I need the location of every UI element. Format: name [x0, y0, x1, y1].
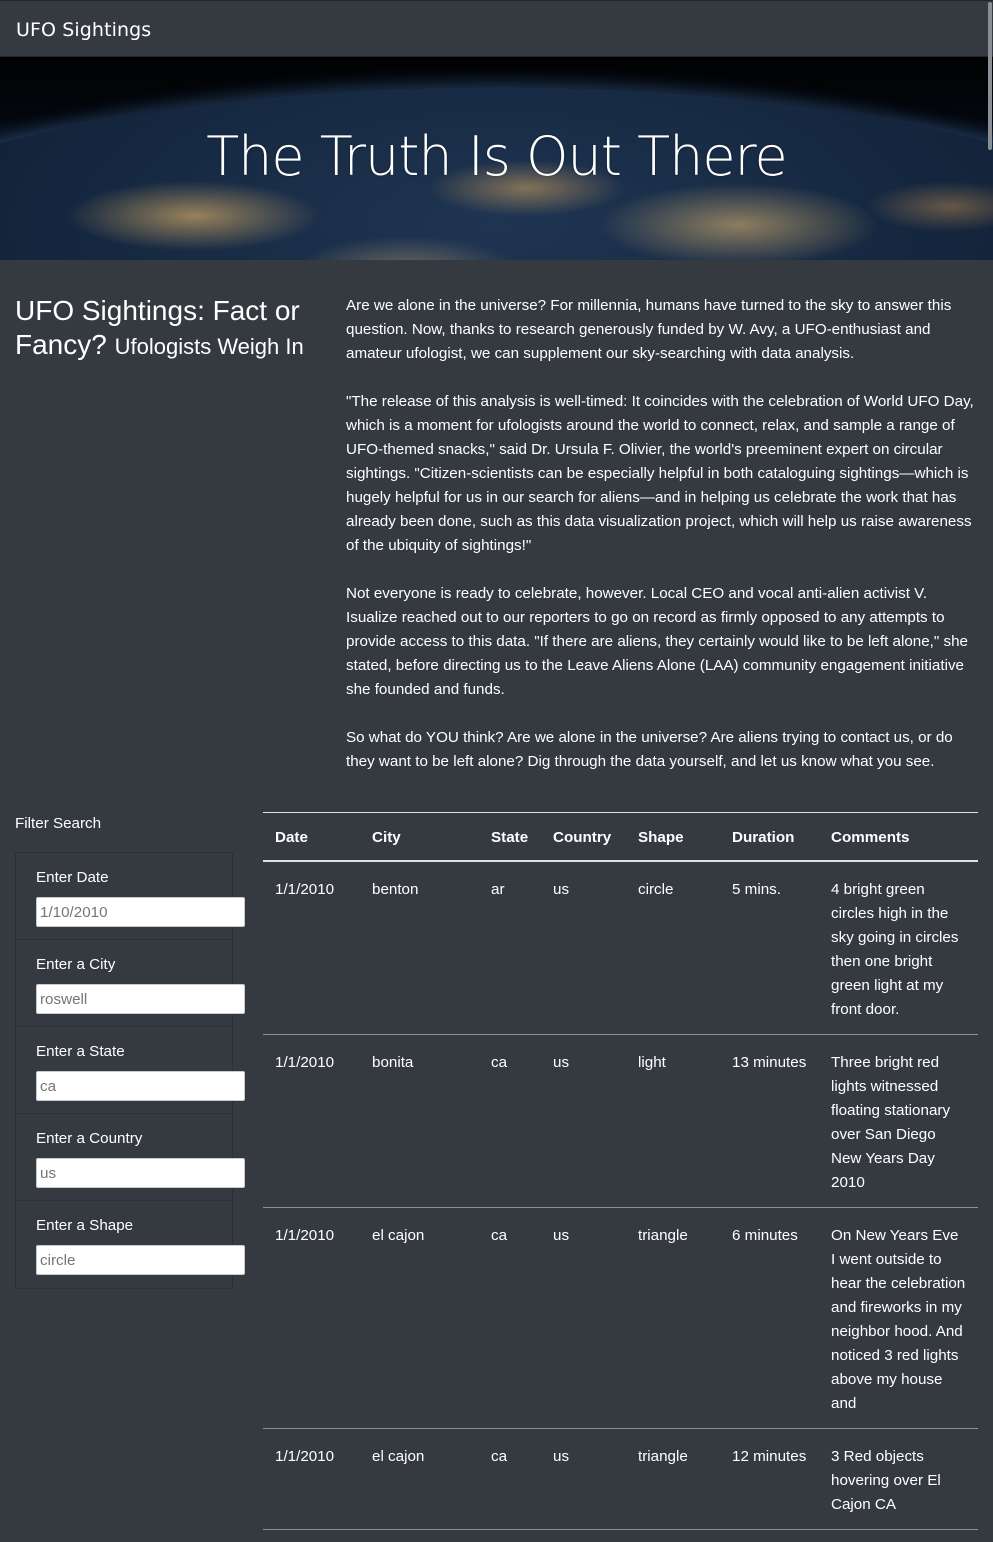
article-paragraph: Are we alone in the universe? For millen… — [346, 297, 952, 362]
table-body: 1/1/2010 benton ar us circle 5 mins. 4 b… — [263, 860, 978, 1530]
cell-city: bonita — [360, 1034, 479, 1208]
article-body: Are we alone in the universe? For millen… — [346, 294, 980, 798]
cell-shape: triangle — [626, 1428, 720, 1530]
cell-comments: 4 bright green circles high in the sky g… — [819, 860, 978, 1035]
column-header-duration: Duration — [720, 812, 819, 862]
navbar-brand-link[interactable]: UFO Sightings — [16, 19, 151, 41]
article-paragraph: Not everyone is ready to celebrate, howe… — [346, 585, 968, 698]
top-navbar: UFO Sightings — [0, 0, 993, 57]
cell-duration: 12 minutes — [720, 1428, 819, 1530]
article-paragraph: "The release of this analysis is well-ti… — [346, 393, 974, 554]
country-input[interactable] — [36, 1158, 245, 1188]
cell-state: ca — [479, 1428, 541, 1530]
cell-shape: circle — [626, 860, 720, 1035]
cell-comments: On New Years Eve I went outside to hear … — [819, 1207, 978, 1429]
cell-shape: light — [626, 1034, 720, 1208]
cell-country: us — [541, 1428, 626, 1530]
cell-duration: 13 minutes — [720, 1034, 819, 1208]
filter-shape: Enter a Shape — [16, 1201, 245, 1288]
table-row: 1/1/2010 el cajon ca us triangle 6 minut… — [263, 1207, 978, 1429]
table-row: 1/1/2010 bonita ca us light 13 minutes T… — [263, 1034, 978, 1208]
cell-city: el cajon — [360, 1428, 479, 1530]
table-row: 1/1/2010 el cajon ca us triangle 12 minu… — [263, 1428, 978, 1530]
filter-city-label: Enter a City — [36, 956, 116, 973]
cell-comments: 3 Red objects hovering over El Cajon CA — [819, 1428, 978, 1530]
city-input[interactable] — [36, 984, 245, 1014]
cell-city: benton — [360, 860, 479, 1035]
filter-state: Enter a State — [16, 1027, 245, 1114]
shape-input[interactable] — [36, 1245, 245, 1275]
cell-date: 1/1/2010 — [263, 860, 360, 1035]
filter-shape-label: Enter a Shape — [36, 1217, 134, 1234]
ufo-table-container: Date City State Country Shape Duration C… — [263, 812, 978, 1530]
cell-state: ar — [479, 860, 541, 1035]
cell-country: us — [541, 860, 626, 1035]
scrollbar-thumb[interactable] — [988, 2, 992, 150]
page-scrollbar[interactable] — [987, 0, 993, 1542]
column-header-state: State — [479, 812, 541, 862]
filter-country: Enter a Country — [16, 1114, 245, 1201]
article-heading: UFO Sightings: Fact or Fancy? Ufologists… — [15, 294, 315, 364]
cell-date: 1/1/2010 — [263, 1207, 360, 1429]
filter-search-title: Filter Search — [15, 815, 102, 832]
column-header-comments: Comments — [819, 812, 978, 862]
cell-state: ca — [479, 1207, 541, 1429]
cell-duration: 6 minutes — [720, 1207, 819, 1429]
hero-banner: The Truth Is Out There — [0, 57, 993, 260]
column-header-country: Country — [541, 812, 626, 862]
filter-country-label: Enter a Country — [36, 1130, 143, 1147]
article-paragraph: So what do YOU think? Are we alone in th… — [346, 729, 953, 770]
filter-date: Enter Date — [16, 853, 245, 940]
cell-comments: Three bright red lights witnessed floati… — [819, 1034, 978, 1208]
state-input[interactable] — [36, 1071, 245, 1101]
filter-list: Enter Date Enter a City Enter a State En… — [15, 852, 245, 1289]
hero-title: The Truth Is Out There — [206, 125, 788, 188]
table-header: Date City State Country Shape Duration C… — [263, 812, 978, 862]
date-input[interactable] — [36, 897, 245, 927]
cell-date: 1/1/2010 — [263, 1428, 360, 1530]
column-header-city: City — [360, 812, 479, 862]
table-row: 1/1/2010 benton ar us circle 5 mins. 4 b… — [263, 860, 978, 1035]
cell-duration: 5 mins. — [720, 860, 819, 1035]
cell-city: el cajon — [360, 1207, 479, 1429]
filter-state-label: Enter a State — [36, 1043, 125, 1060]
column-header-date: Date — [263, 812, 360, 862]
article-subtitle: Ufologists Weigh In — [114, 334, 304, 359]
column-header-shape: Shape — [626, 812, 720, 862]
cell-date: 1/1/2010 — [263, 1034, 360, 1208]
cell-country: us — [541, 1034, 626, 1208]
filter-city: Enter a City — [16, 940, 245, 1027]
cell-country: us — [541, 1207, 626, 1429]
cell-shape: triangle — [626, 1207, 720, 1429]
table-header-row: Date City State Country Shape Duration C… — [263, 812, 978, 862]
filter-date-label: Enter Date — [36, 869, 109, 886]
ufo-table: Date City State Country Shape Duration C… — [263, 812, 978, 1530]
cell-state: ca — [479, 1034, 541, 1208]
